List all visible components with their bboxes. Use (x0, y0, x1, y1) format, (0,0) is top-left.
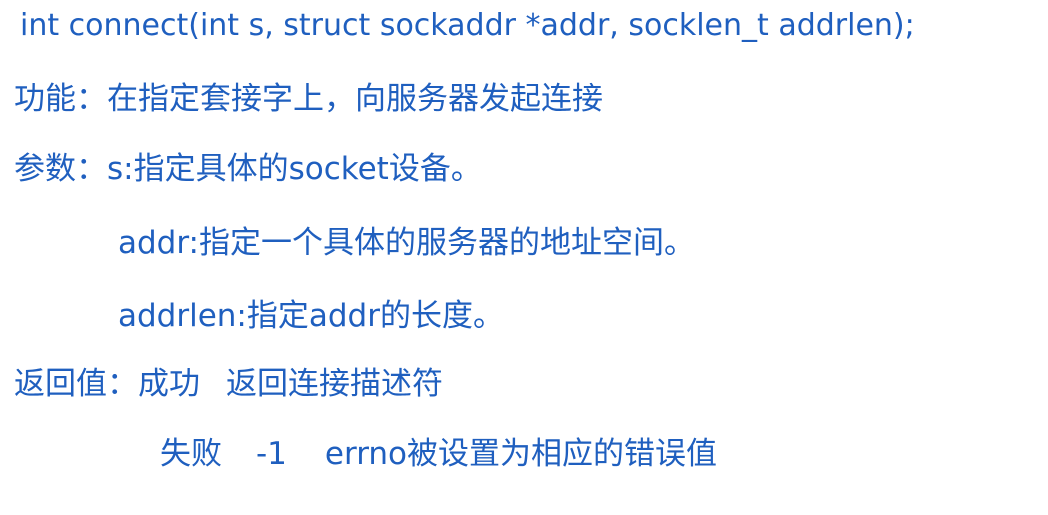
return-fail-description: errno被设置为相应的错误值 (324, 436, 718, 472)
return-fail-code: -1 (256, 436, 287, 472)
param-s: s:指定具体的socket设备。 (107, 151, 482, 187)
function-row: 功能：在指定套接字上，向服务器发起连接 (14, 79, 603, 119)
return-success-label: 成功 (138, 366, 200, 402)
function-label: 功能： (14, 81, 107, 117)
function-description: 在指定套接字上，向服务器发起连接 (107, 81, 603, 117)
param-addr: addr:指定一个具体的服务器的地址空间。 (118, 225, 695, 261)
return-fail-label: 失败 (160, 436, 222, 472)
function-signature: int connect(int s, struct sockaddr *addr… (20, 8, 915, 43)
return-success-value: 返回连接描述符 (226, 366, 443, 402)
slide: { "signature": "int connect(int s, struc… (0, 0, 1048, 515)
return-row: 返回值：成功 返回连接描述符 (14, 364, 443, 404)
return-fail-row: 失败 -1 errno被设置为相应的错误值 (160, 434, 717, 474)
params-label: 参数： (14, 151, 107, 187)
params-row: 参数：s:指定具体的socket设备。 (14, 149, 482, 189)
param-addrlen: addrlen:指定addr的长度。 (118, 298, 504, 334)
return-label: 返回值： (14, 366, 138, 402)
